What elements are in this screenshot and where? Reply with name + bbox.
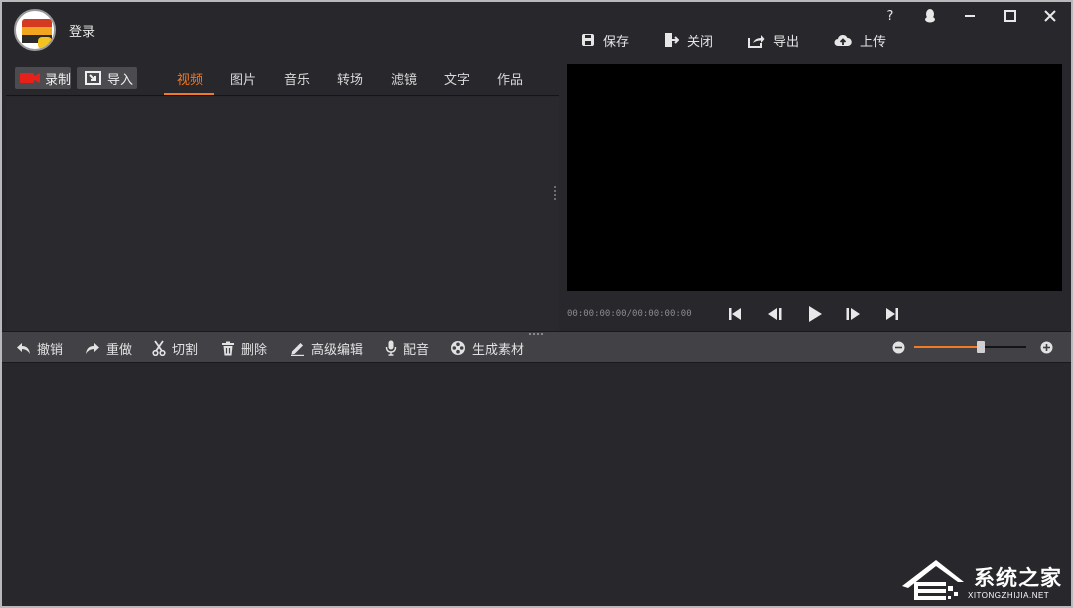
close-project-button[interactable]: 关闭 <box>663 29 713 51</box>
media-tab-bar: 录制 导入 视频 图片 音乐 转场 滤镜 文字 作品 <box>6 60 559 96</box>
plus-circle-icon <box>1040 341 1052 353</box>
import-button[interactable]: 导入 <box>77 67 137 89</box>
media-library-panel[interactable] <box>6 97 559 331</box>
import-label: 导入 <box>107 72 134 88</box>
cut-button[interactable]: 切割 <box>152 339 199 358</box>
redo-label: 重做 <box>106 342 133 358</box>
minimize-button[interactable] <box>955 6 985 26</box>
generate-material-button[interactable]: 生成素材 <box>450 339 525 358</box>
upload-label: 上传 <box>860 34 887 50</box>
dub-button[interactable]: 配音 <box>385 339 430 358</box>
step-back-icon <box>768 308 782 320</box>
redo-icon <box>86 342 99 354</box>
skip-end-icon <box>886 308 898 320</box>
help-icon: ? <box>886 8 894 24</box>
video-preview <box>567 64 1062 291</box>
exit-door-icon <box>665 33 679 47</box>
advanced-edit-label: 高级编辑 <box>311 342 364 358</box>
upload-button[interactable]: 上传 <box>834 29 886 51</box>
microphone-icon <box>385 340 397 356</box>
watermark-title: 系统之家 <box>974 566 1062 590</box>
trash-icon <box>222 341 234 355</box>
maximize-icon <box>1004 10 1016 22</box>
undo-button[interactable]: 撤销 <box>16 339 64 358</box>
tab-text[interactable]: 文字 <box>444 69 470 88</box>
timecode-display: 00:00:00:00/00:00:00:00 <box>567 309 692 319</box>
tab-music[interactable]: 音乐 <box>284 69 310 88</box>
zoom-out-button[interactable] <box>891 340 905 354</box>
horizontal-splitter-handle[interactable] <box>529 333 545 335</box>
export-share-icon <box>748 34 765 48</box>
close-icon <box>1044 10 1056 22</box>
skip-to-start-button[interactable] <box>724 303 746 325</box>
undo-label: 撤销 <box>37 342 64 358</box>
zoom-in-button[interactable] <box>1039 340 1053 354</box>
next-frame-button[interactable] <box>842 303 864 325</box>
edit-toolbar: 撤销 重做 切割 删除 高级编辑 配音 生成素材 <box>2 331 1071 363</box>
vertical-splitter-handle[interactable] <box>554 186 556 202</box>
redo-button[interactable]: 重做 <box>85 339 133 358</box>
pencil-icon <box>291 342 304 356</box>
save-label: 保存 <box>603 34 630 50</box>
export-button[interactable]: 导出 <box>748 29 799 51</box>
zoom-slider-handle[interactable] <box>977 341 985 353</box>
delete-label: 删除 <box>241 342 268 358</box>
advanced-edit-button[interactable]: 高级编辑 <box>290 339 364 358</box>
previous-frame-button[interactable] <box>764 303 786 325</box>
undo-icon <box>17 342 30 354</box>
tab-transitions[interactable]: 转场 <box>337 69 363 88</box>
save-button[interactable]: 保存 <box>581 29 629 51</box>
tab-filters[interactable]: 滤镜 <box>391 69 417 88</box>
cut-label: 切割 <box>172 342 199 358</box>
zoom-slider-fill <box>914 346 981 348</box>
tab-images[interactable]: 图片 <box>230 69 256 88</box>
qq-penguin-icon <box>925 9 935 23</box>
app-logo <box>14 9 56 51</box>
scissors-icon <box>152 340 166 356</box>
record-button[interactable]: 录制 <box>15 67 71 89</box>
app-window: 登录 ? 保存 关闭 导出 上传 录制 导入 视频 图片 音乐 转场 滤镜 文字… <box>2 2 1071 606</box>
login-link[interactable]: 登录 <box>69 21 95 40</box>
delete-button[interactable]: 删除 <box>221 339 268 358</box>
step-forward-icon <box>846 308 860 320</box>
save-icon <box>582 34 594 46</box>
import-icon <box>85 71 101 85</box>
film-reel-icon <box>451 341 465 355</box>
help-button[interactable]: ? <box>875 6 905 26</box>
active-tab-indicator <box>164 93 214 95</box>
watermark-house-logo <box>902 560 964 600</box>
skip-start-icon <box>729 308 741 320</box>
play-icon <box>809 306 822 322</box>
record-camera-icon <box>20 73 40 83</box>
export-label: 导出 <box>773 34 800 50</box>
record-label: 录制 <box>45 72 72 88</box>
generate-material-label: 生成素材 <box>472 342 525 358</box>
minimize-icon <box>965 15 975 17</box>
close-window-button[interactable] <box>1035 6 1065 26</box>
tab-works[interactable]: 作品 <box>497 69 523 88</box>
tab-video[interactable]: 视频 <box>177 69 203 88</box>
skip-to-end-button[interactable] <box>881 303 903 325</box>
minus-circle-icon <box>892 341 904 353</box>
close-project-label: 关闭 <box>687 34 714 50</box>
cloud-upload-icon <box>834 34 852 46</box>
play-button[interactable] <box>804 303 826 325</box>
dub-label: 配音 <box>403 342 430 358</box>
maximize-button[interactable] <box>995 6 1025 26</box>
watermark-url: XITONGZHIJIA.NET <box>968 591 1050 600</box>
qq-button[interactable] <box>915 6 945 26</box>
